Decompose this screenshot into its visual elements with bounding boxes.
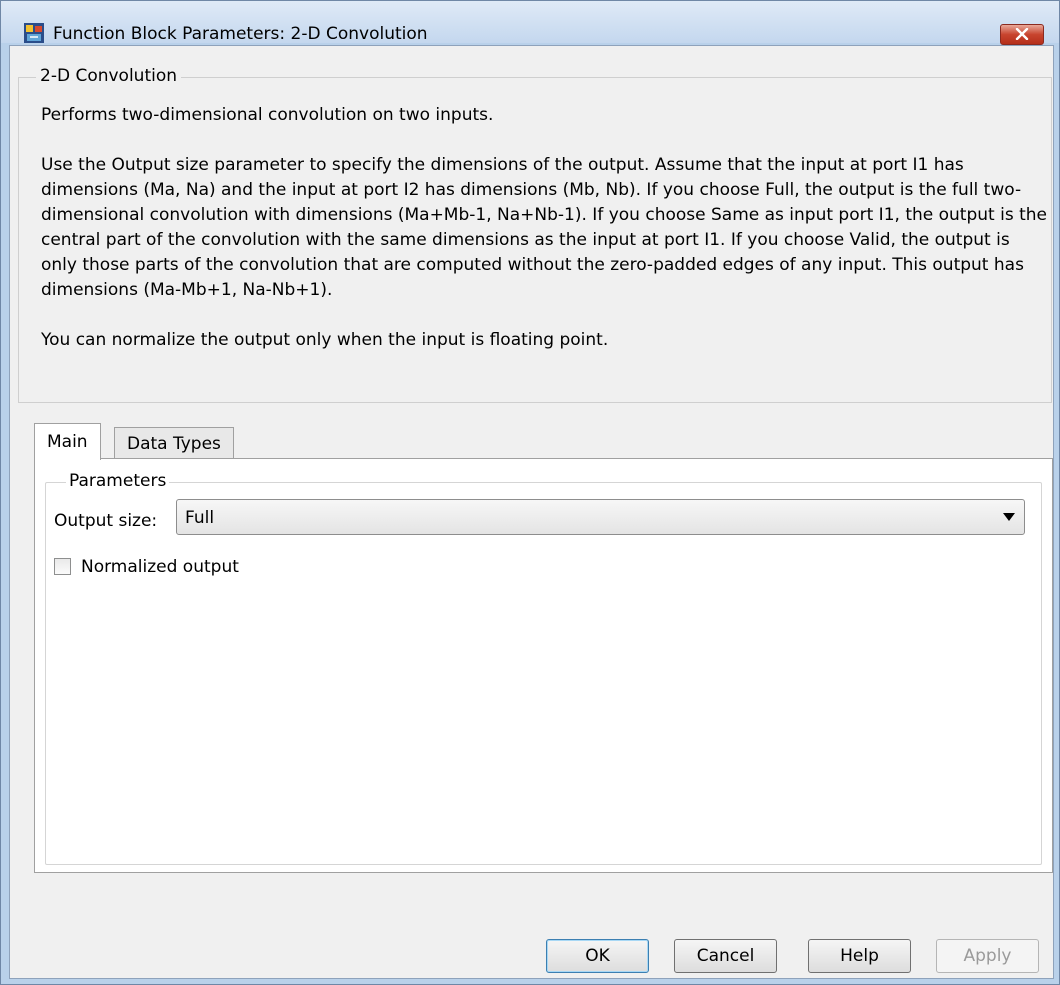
apply-button[interactable]: Apply [936,939,1039,973]
help-button[interactable]: Help [808,939,911,973]
tab-data-types[interactable]: Data Types [114,427,234,459]
close-icon [1015,28,1029,40]
description-group-label: 2-D Convolution [36,66,182,86]
close-button[interactable] [1000,24,1044,45]
chevron-down-icon [1003,513,1015,521]
description-paragraph: You can normalize the output only when t… [41,330,609,350]
description-paragraph: Use the Output size parameter to specify… [41,155,1047,300]
output-size-value: Full [185,508,215,528]
parameters-group: Parameters Output size: Full Normalized … [45,471,1042,865]
window-title: Function Block Parameters: 2-D Convoluti… [53,24,428,44]
dialog-body: 2-D Convolution Performs two-dimensional… [9,45,1054,979]
cancel-button[interactable]: Cancel [674,939,777,973]
parameters-group-label: Parameters [66,471,170,491]
output-size-label: Output size: [54,511,158,531]
description-paragraph: Performs two-dimensional convolution on … [41,105,494,125]
normalized-output-checkbox[interactable] [54,558,71,575]
simulink-block-icon [24,23,44,43]
normalized-output-label[interactable]: Normalized output [81,557,239,577]
tab-main[interactable]: Main [34,423,101,460]
block-description: Performs two-dimensional convolution on … [41,103,1051,353]
title-bar[interactable]: Function Block Parameters: 2-D Convoluti… [1,1,1059,45]
output-size-dropdown[interactable]: Full [176,499,1025,535]
tab-panel-main: Parameters Output size: Full Normalized … [34,458,1053,873]
ok-button[interactable]: OK [546,939,649,973]
dialog-window: Function Block Parameters: 2-D Convoluti… [0,0,1060,985]
